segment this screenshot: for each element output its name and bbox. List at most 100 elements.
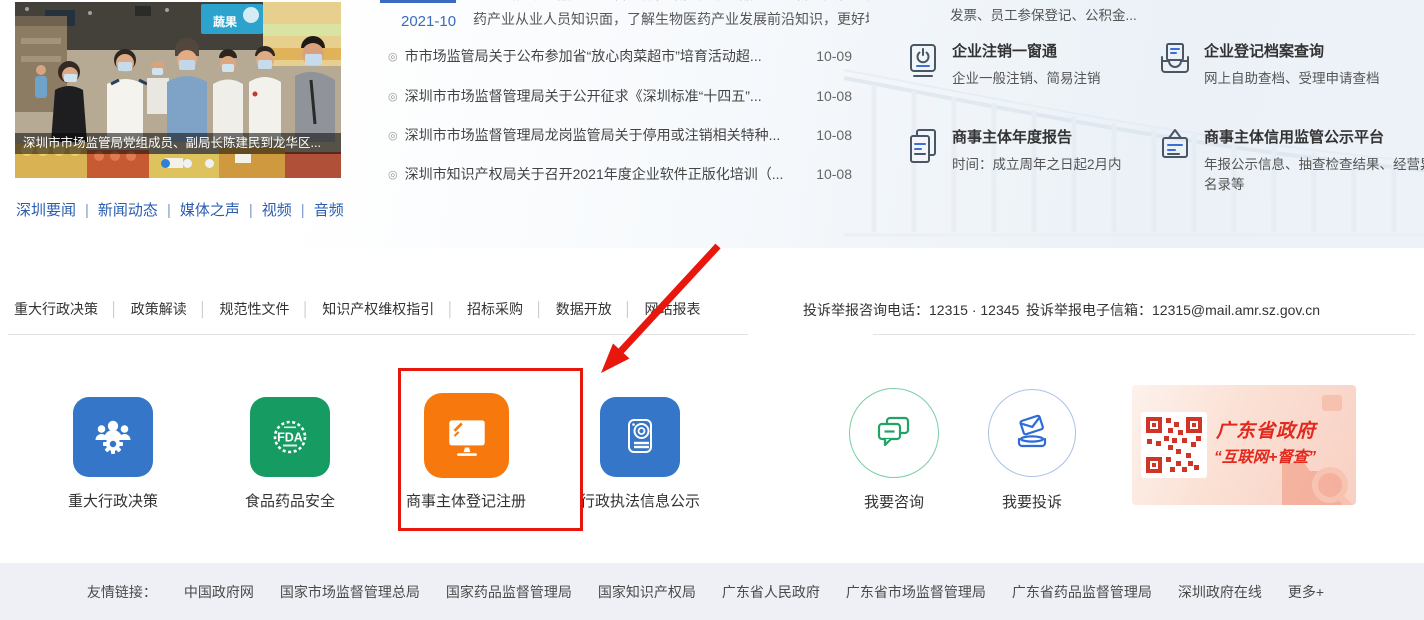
service-desc: 年报公示信息、抽查检查结果、经营异常名录等 (1204, 155, 1424, 195)
email-address[interactable]: 12315@mail.amr.sz.gov.cn (1152, 302, 1320, 318)
app-tile-law-enforcement-publicity[interactable] (600, 397, 680, 477)
nav-separator: │ (624, 301, 633, 317)
news-title[interactable]: 市市场监管局关于公布参加省“放心肉菜超市”培育活动超... (405, 46, 807, 66)
bullet-icon: ◎ (388, 90, 398, 103)
footer-link-sz-online[interactable]: 深圳政府在线 (1178, 582, 1262, 602)
complaint-button[interactable] (988, 389, 1076, 477)
tab-shenzhen-news[interactable]: 深圳要闻 (16, 202, 76, 219)
nav-site-reports[interactable]: 网站报表 (645, 301, 701, 317)
news-item[interactable]: ◎ 市市场监管局关于公布参加省“放心肉菜超市”培育活动超... 10-09 (388, 46, 858, 66)
nav-ipr-guide[interactable]: 知识产权维权指引 (322, 301, 434, 317)
tab-media-voice[interactable]: 媒体之声 (180, 202, 240, 219)
news-item[interactable]: ◎ 深圳市市场监督管理局龙岗监管局关于停用或注销相关特种... 10-08 (388, 125, 858, 145)
tab-video[interactable]: 视频 (262, 202, 292, 219)
clipped-text-line: 为加强我市药品安全监管工作，拓宽我市药品安全监管人员和生物医 (473, 0, 869, 7)
footer-link-nmpa[interactable]: 国家药品监督管理局 (446, 582, 572, 602)
footer-link-gov-cn[interactable]: 中国政府网 (184, 582, 254, 602)
bullet-icon: ◎ (388, 129, 398, 142)
complaint-email: 投诉举报电子信箱：12315@mail.amr.sz.gov.cn (1026, 300, 1320, 320)
service-title[interactable]: 商事主体信用监管公示平台 (1204, 126, 1416, 147)
banner-corner-decoration (1320, 393, 1346, 415)
page: 蔬果 (0, 0, 1424, 620)
service-title[interactable]: 企业登记档案查询 (1204, 40, 1416, 61)
carousel-dot[interactable] (183, 159, 192, 168)
hotline-label: 投诉举报咨询电话： (803, 302, 929, 318)
power-document-icon (908, 42, 938, 80)
service-title[interactable]: 企业注销一窗通 (952, 40, 1164, 61)
service-item-credit-platform[interactable]: 商事主体信用监管公示平台 年报公示信息、抽查检查结果、经营异常名录等 (1160, 126, 1416, 195)
banner-title: 广东省政府 (1216, 416, 1316, 443)
service-item-deregistration[interactable]: 企业注销一窗通 企业一般注销、简易注销 (908, 40, 1164, 89)
quick-nav: 重大行政决策│政策解读│规范性文件│知识产权维权指引│招标采购│数据开放│网站报… (14, 299, 701, 319)
news-date: 10-09 (816, 48, 858, 64)
bullet-icon: ◎ (388, 168, 398, 181)
service-item-archive-query[interactable]: 企业登记档案查询 网上自助查档、受理申请查档 (1160, 40, 1416, 89)
news-title[interactable]: 深圳市知识产权局关于召开2021年度企业软件正版化培训（... (405, 164, 807, 184)
app-tile-major-decisions[interactable] (73, 397, 153, 477)
tab-separator: | (167, 202, 171, 219)
app-label-major-decisions[interactable]: 重大行政决策 (23, 490, 203, 511)
tab-separator: | (249, 202, 253, 219)
bullet-icon: ◎ (388, 50, 398, 63)
footer-link-samr[interactable]: 国家市场监督管理总局 (280, 582, 420, 602)
bridge-watermark (844, 0, 1424, 248)
nav-major-decisions[interactable]: 重大行政决策 (14, 301, 98, 317)
produce-sign-text: 蔬果 (213, 14, 237, 29)
news-date: 10-08 (816, 88, 858, 104)
highlight-box (398, 368, 583, 531)
footer-links-bar: 友情链接： 中国政府网 国家市场监督管理总局 国家药品监督管理局 国家知识产权局… (0, 563, 1424, 620)
nav-bidding[interactable]: 招标采购 (467, 301, 523, 317)
nav-open-data[interactable]: 数据开放 (556, 301, 612, 317)
nav-separator: │ (110, 301, 119, 317)
complaint-label[interactable]: 我要投诉 (942, 491, 1122, 512)
complaint-hotline: 投诉举报咨询电话：12315 · 12345 (803, 300, 1019, 320)
divider-right (873, 334, 1415, 335)
service-title[interactable]: 商事主体年度报告 (952, 126, 1164, 147)
news-item[interactable]: ◎ 深圳市市场监督管理局关于公开征求《深圳标准“十四五”... 10-08 (388, 86, 858, 106)
fda-badge-text: FDA (277, 431, 303, 445)
tab-separator: | (301, 202, 305, 219)
nav-separator: │ (446, 301, 455, 317)
carousel-dot[interactable] (161, 159, 170, 168)
news-title[interactable]: 深圳市市场监督管理局关于公开征求《深圳标准“十四五”... (405, 86, 807, 106)
app-tile-food-drug-safety[interactable]: FDA (250, 397, 330, 477)
hotline-number: 12315 · 12345 (929, 302, 1019, 318)
consult-button[interactable] (849, 388, 939, 478)
notice-board-icon (1160, 128, 1190, 166)
nav-policy-interpretation[interactable]: 政策解读 (131, 301, 187, 317)
people-gear-icon (89, 413, 137, 461)
summary-text-line: 药产业从业人员知识面，了解生物医药产业发展前沿知识，更好地... (473, 7, 869, 32)
tab-audio[interactable]: 音频 (314, 202, 344, 219)
news-title[interactable]: 深圳市市场监督管理局龙岗监管局关于停用或注销相关特种... (405, 125, 807, 145)
archive-tray-icon (1160, 42, 1190, 80)
news-carousel-photo[interactable]: 蔬果 (15, 2, 341, 178)
news-date: 10-08 (816, 127, 858, 143)
fda-wreath-icon: FDA (266, 413, 314, 461)
app-label-food-drug-safety[interactable]: 食品药品安全 (200, 490, 380, 511)
banner-subtitle: “互联网+督查” (1214, 445, 1316, 467)
news-item[interactable]: ◎ 深圳市知识产权局关于召开2021年度企业软件正版化培训（... 10-08 (388, 164, 858, 184)
carousel-dots (161, 159, 214, 168)
news-summary-clipped: 为加强我市药品安全监管工作，拓宽我市药品安全监管人员和生物医 药产业从业人员知识… (473, 0, 869, 32)
active-month-tab-underline (380, 0, 456, 3)
news-date: 10-08 (816, 166, 858, 182)
carousel-dot[interactable] (205, 159, 214, 168)
tab-separator: | (85, 202, 89, 219)
tab-news-updates[interactable]: 新闻动态 (98, 202, 158, 219)
nav-separator: │ (302, 301, 311, 317)
chat-bubbles-icon (872, 411, 916, 455)
footer-link-more[interactable]: 更多+ (1288, 582, 1324, 602)
envelope-ballot-icon (1010, 411, 1054, 455)
news-category-tabs: 深圳要闻 | 新闻动态 | 媒体之声 | 视频 | 音频 (16, 199, 344, 220)
service-item-annual-report[interactable]: 商事主体年度报告 时间：成立周年之日起2月内 (908, 126, 1164, 175)
footer-link-cnipa[interactable]: 国家知识产权局 (598, 582, 696, 602)
footer-link-gd-samr[interactable]: 广东省市场监督管理局 (846, 582, 986, 602)
carousel-caption[interactable]: 深圳市市场监管局党组成员、副局长陈建民到龙华区... (15, 133, 341, 154)
footer-link-gd-mpa[interactable]: 广东省药品监督管理局 (1012, 582, 1152, 602)
nav-normative-documents[interactable]: 规范性文件 (220, 301, 290, 317)
footer-link-gd-gov[interactable]: 广东省人民政府 (722, 582, 820, 602)
report-document-icon (908, 128, 938, 166)
guangdong-supervision-banner[interactable]: 广东省政府 “互联网+督查” (1132, 385, 1356, 505)
qr-code (1141, 412, 1207, 478)
news-month-label[interactable]: 2021-10 (401, 13, 456, 30)
